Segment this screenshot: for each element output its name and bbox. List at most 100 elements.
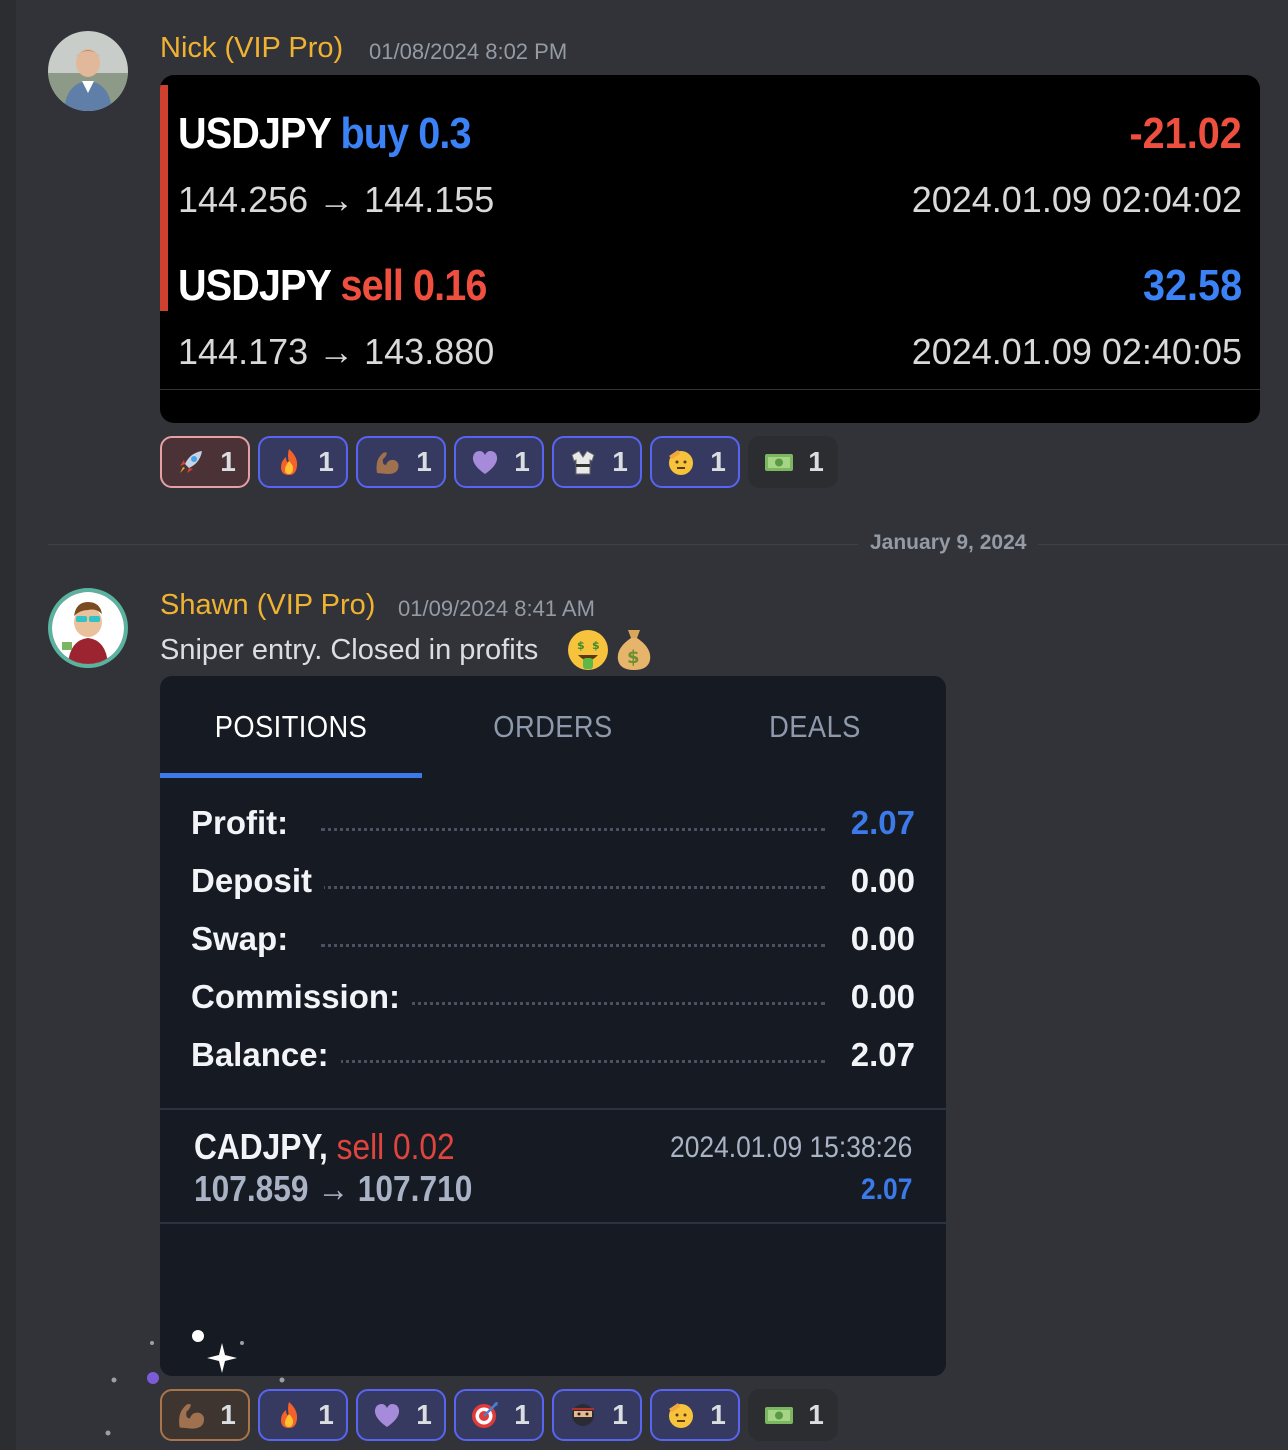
reaction-martial-arts-uniform[interactable]: 1 [552, 436, 642, 488]
dollar-banknote-icon [762, 445, 796, 479]
reaction-dollar-banknote[interactable]: 1 [748, 436, 838, 488]
panel-separator [160, 1222, 946, 1224]
reaction-dollar-banknote[interactable]: 1 [748, 1389, 838, 1441]
summary-label: Profit: [191, 804, 301, 842]
trade-symbol: USDJPY buy 0.3 [178, 109, 472, 158]
money-mouth-face-icon: $ $ [566, 628, 610, 676]
active-tab-indicator [160, 773, 422, 778]
mt-trade-panel: POSITIONS ORDERS DEALS Profit: 2.07 Depo… [160, 676, 946, 1376]
trade-pnl: 32.58 [1142, 261, 1242, 310]
panel-separator [160, 1108, 946, 1110]
summary-row-balance: Balance: 2.07 [191, 1036, 915, 1094]
author-name[interactable]: Shawn (VIP Pro) [160, 589, 375, 622]
author-name[interactable]: Nick (VIP Pro) [160, 32, 343, 65]
trade-prices: 144.173 → 143.880 [178, 331, 495, 372]
fire-icon [272, 445, 306, 479]
avatar-nick[interactable] [48, 31, 128, 111]
summary-value: 2.07 [838, 804, 915, 842]
reaction-saluting-face[interactable]: 1 [650, 1389, 740, 1441]
trade-time: 2024.01.09 02:04:02 [911, 179, 1242, 220]
reaction-purple-heart[interactable]: 1 [356, 1389, 446, 1441]
reaction-saluting-face[interactable]: 1 [650, 436, 740, 488]
money-bag-icon: $ [612, 626, 656, 676]
trade-symbol: USDJPY sell 0.16 [178, 261, 487, 310]
trade-divider [160, 389, 1260, 390]
purple-heart-icon [370, 1398, 404, 1432]
reaction-count: 1 [612, 1399, 628, 1430]
summary-label: Swap: [191, 920, 301, 958]
leader-dots [321, 886, 825, 890]
trade-prices: 144.256 → 144.155 [178, 179, 495, 220]
rocket-icon [174, 445, 208, 479]
purple-heart-icon [468, 445, 502, 479]
svg-text:$: $ [577, 639, 585, 652]
reaction-count: 1 [514, 446, 530, 477]
summary-label: Balance: [191, 1036, 341, 1074]
reaction-count: 1 [318, 446, 334, 477]
reaction-count: 1 [220, 1399, 236, 1430]
mt-tab-bar: POSITIONS ORDERS DEALS [160, 676, 946, 778]
trade-row: USDJPY buy 0.3 -21.02 144.256 → 144.155 … [178, 99, 1242, 229]
summary-row-swap: Swap: 0.00 [191, 920, 915, 978]
date-divider-line [48, 544, 1288, 545]
martial-arts-uniform-icon [566, 445, 600, 479]
fire-icon [272, 1398, 306, 1432]
summary-label: Deposit [191, 862, 325, 900]
summary-row-deposit: Deposit 0.00 [191, 862, 915, 920]
trade-history-card[interactable]: USDJPY buy 0.3 -21.02 144.256 → 144.155 … [160, 75, 1260, 423]
reaction-count: 1 [710, 1399, 726, 1430]
reaction-count: 1 [318, 1399, 334, 1430]
trade-side: sell [340, 261, 403, 310]
position-symbol[interactable]: CADJPY, sell 0.02 [194, 1126, 455, 1168]
trade-volume: 0.16 [413, 261, 487, 310]
reaction-flexed-biceps[interactable]: 1 [160, 1389, 250, 1441]
trade-accent-bar [160, 85, 168, 311]
ninja-icon [566, 1398, 600, 1432]
reaction-count: 1 [808, 446, 824, 477]
reaction-count: 1 [416, 446, 432, 477]
summary-row-commission: Commission: 0.00 [191, 978, 915, 1036]
reaction-count: 1 [220, 446, 236, 477]
reaction-count: 1 [808, 1399, 824, 1430]
direct-hit-icon [468, 1398, 502, 1432]
flexed-biceps-icon [370, 445, 404, 479]
message-text: Sniper entry. Closed in profits [160, 634, 539, 666]
reaction-fire[interactable]: 1 [258, 436, 348, 488]
message-timestamp: 01/08/2024 8:02 PM [369, 39, 568, 64]
reaction-count: 1 [416, 1399, 432, 1430]
summary-value: 0.00 [838, 978, 915, 1016]
position-prices: 107.859 → 107.710 [194, 1168, 473, 1209]
summary-value: 0.00 [838, 920, 915, 958]
trade-pnl: -21.02 [1129, 109, 1242, 158]
left-rail [0, 0, 16, 1450]
saluting-face-icon [664, 1398, 698, 1432]
leader-dots [321, 828, 825, 832]
saluting-face-icon [664, 445, 698, 479]
leader-dots [321, 944, 825, 948]
trade-time: 2024.01.09 02:40:05 [911, 331, 1242, 372]
summary-value: 2.07 [838, 1036, 915, 1074]
summary-value: 0.00 [838, 862, 915, 900]
position-volume: 0.02 [392, 1126, 455, 1167]
trade-side: buy [340, 109, 409, 158]
reaction-fire[interactable]: 1 [258, 1389, 348, 1441]
tab-positions[interactable]: POSITIONS [176, 676, 407, 778]
tab-deals[interactable]: DEALS [700, 676, 931, 778]
avatar-shawn[interactable] [48, 588, 128, 668]
summary-label: Commission: [191, 978, 413, 1016]
reaction-direct-hit[interactable]: 1 [454, 1389, 544, 1441]
trade-row: USDJPY sell 0.16 32.58 144.173 → 143.880… [178, 251, 1242, 381]
flexed-biceps-icon [174, 1398, 208, 1432]
reaction-count: 1 [514, 1399, 530, 1430]
reaction-count: 1 [612, 446, 628, 477]
dollar-banknote-icon [762, 1398, 796, 1432]
leader-dots [321, 1060, 825, 1064]
trade-volume: 0.3 [418, 109, 471, 158]
date-divider-label: January 9, 2024 [858, 531, 1039, 555]
reaction-bar: 1 1 1 1 1 1 1 [160, 1389, 838, 1441]
reaction-ninja[interactable]: 1 [552, 1389, 642, 1441]
tab-orders[interactable]: ORDERS [438, 676, 669, 778]
reaction-flexed-biceps[interactable]: 1 [356, 436, 446, 488]
reaction-rocket[interactable]: 1 [160, 436, 250, 488]
reaction-purple-heart[interactable]: 1 [454, 436, 544, 488]
